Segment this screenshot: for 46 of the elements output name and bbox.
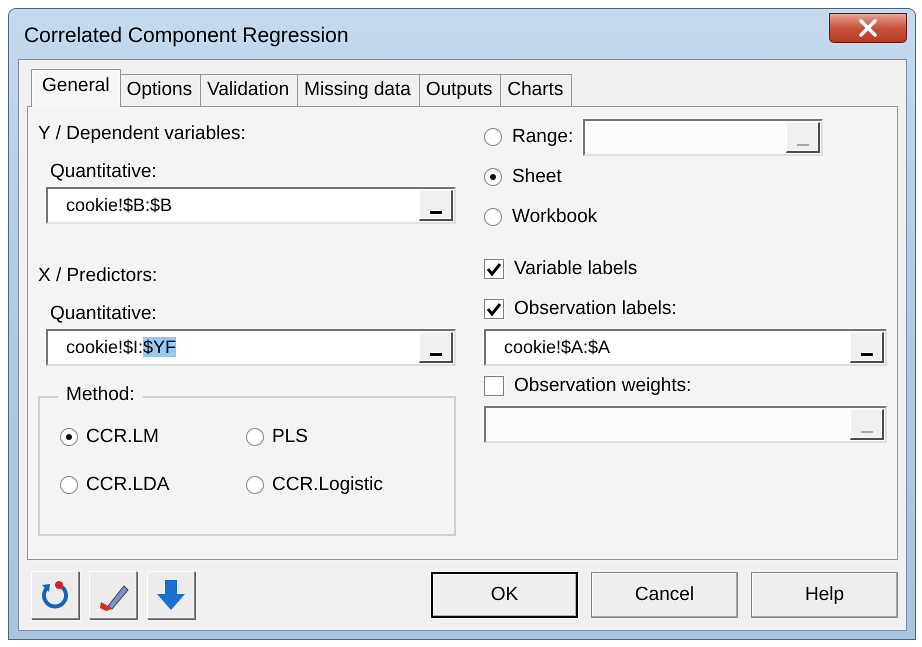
down-arrow-icon [154, 578, 188, 612]
radio-label: Sheet [512, 166, 562, 188]
dialog-button[interactable]: Cancel [591, 572, 738, 618]
checkbox-label: Observation weights: [514, 375, 692, 397]
radio-label: Workbook [512, 206, 598, 228]
radio-button[interactable] [484, 208, 502, 226]
field-label: Quantitative: [50, 161, 158, 183]
tab[interactable]: Missing data [298, 74, 420, 106]
checkbox[interactable] [484, 259, 504, 279]
checkbox-label: Observation labels: [514, 298, 677, 320]
radio-label: CCR.LM [86, 426, 159, 448]
tab[interactable]: Validation [201, 74, 298, 106]
tab[interactable]: Charts [501, 74, 572, 106]
radio-button[interactable] [246, 476, 264, 494]
close-button[interactable] [829, 13, 907, 43]
radio-label: CCR.Logistic [272, 474, 383, 496]
radio-label: PLS [272, 426, 308, 448]
window-title: Correlated Component Regression [23, 23, 349, 48]
radio-button[interactable] [484, 168, 502, 186]
field-label: Quantitative: [50, 303, 158, 325]
radio-button[interactable] [246, 428, 264, 446]
checkbox[interactable] [484, 299, 504, 319]
reset-button[interactable] [31, 571, 79, 619]
radio-label: Range: [512, 126, 574, 148]
section-heading: X / Predictors: [38, 265, 158, 287]
checkbox-label: Variable labels [514, 258, 638, 280]
section-heading: Y / Dependent variables: [38, 123, 247, 145]
close-icon [857, 19, 879, 37]
tab[interactable]: General [31, 69, 121, 107]
radio-button[interactable] [60, 428, 78, 446]
input-field[interactable]: cookie!$B:$B [46, 187, 456, 224]
radio-button[interactable] [60, 476, 78, 494]
tab[interactable]: Options [120, 74, 202, 106]
radio-button[interactable] [484, 128, 502, 146]
dialog-button[interactable]: OK [431, 572, 578, 618]
input-field[interactable]: cookie!$A:$A [484, 329, 887, 366]
radio-label: CCR.LDA [86, 474, 170, 496]
down-arrow-button[interactable] [147, 571, 195, 619]
eraser-button[interactable] [89, 571, 137, 619]
browse-button[interactable] [419, 332, 453, 363]
input-field[interactable]: cookie!$I:$YF [46, 329, 456, 366]
browse-button[interactable] [850, 332, 884, 363]
browse-button[interactable] [419, 190, 453, 221]
checkbox[interactable] [484, 376, 504, 396]
dialog-button[interactable]: Help [751, 572, 898, 618]
tab[interactable]: Outputs [420, 74, 502, 106]
